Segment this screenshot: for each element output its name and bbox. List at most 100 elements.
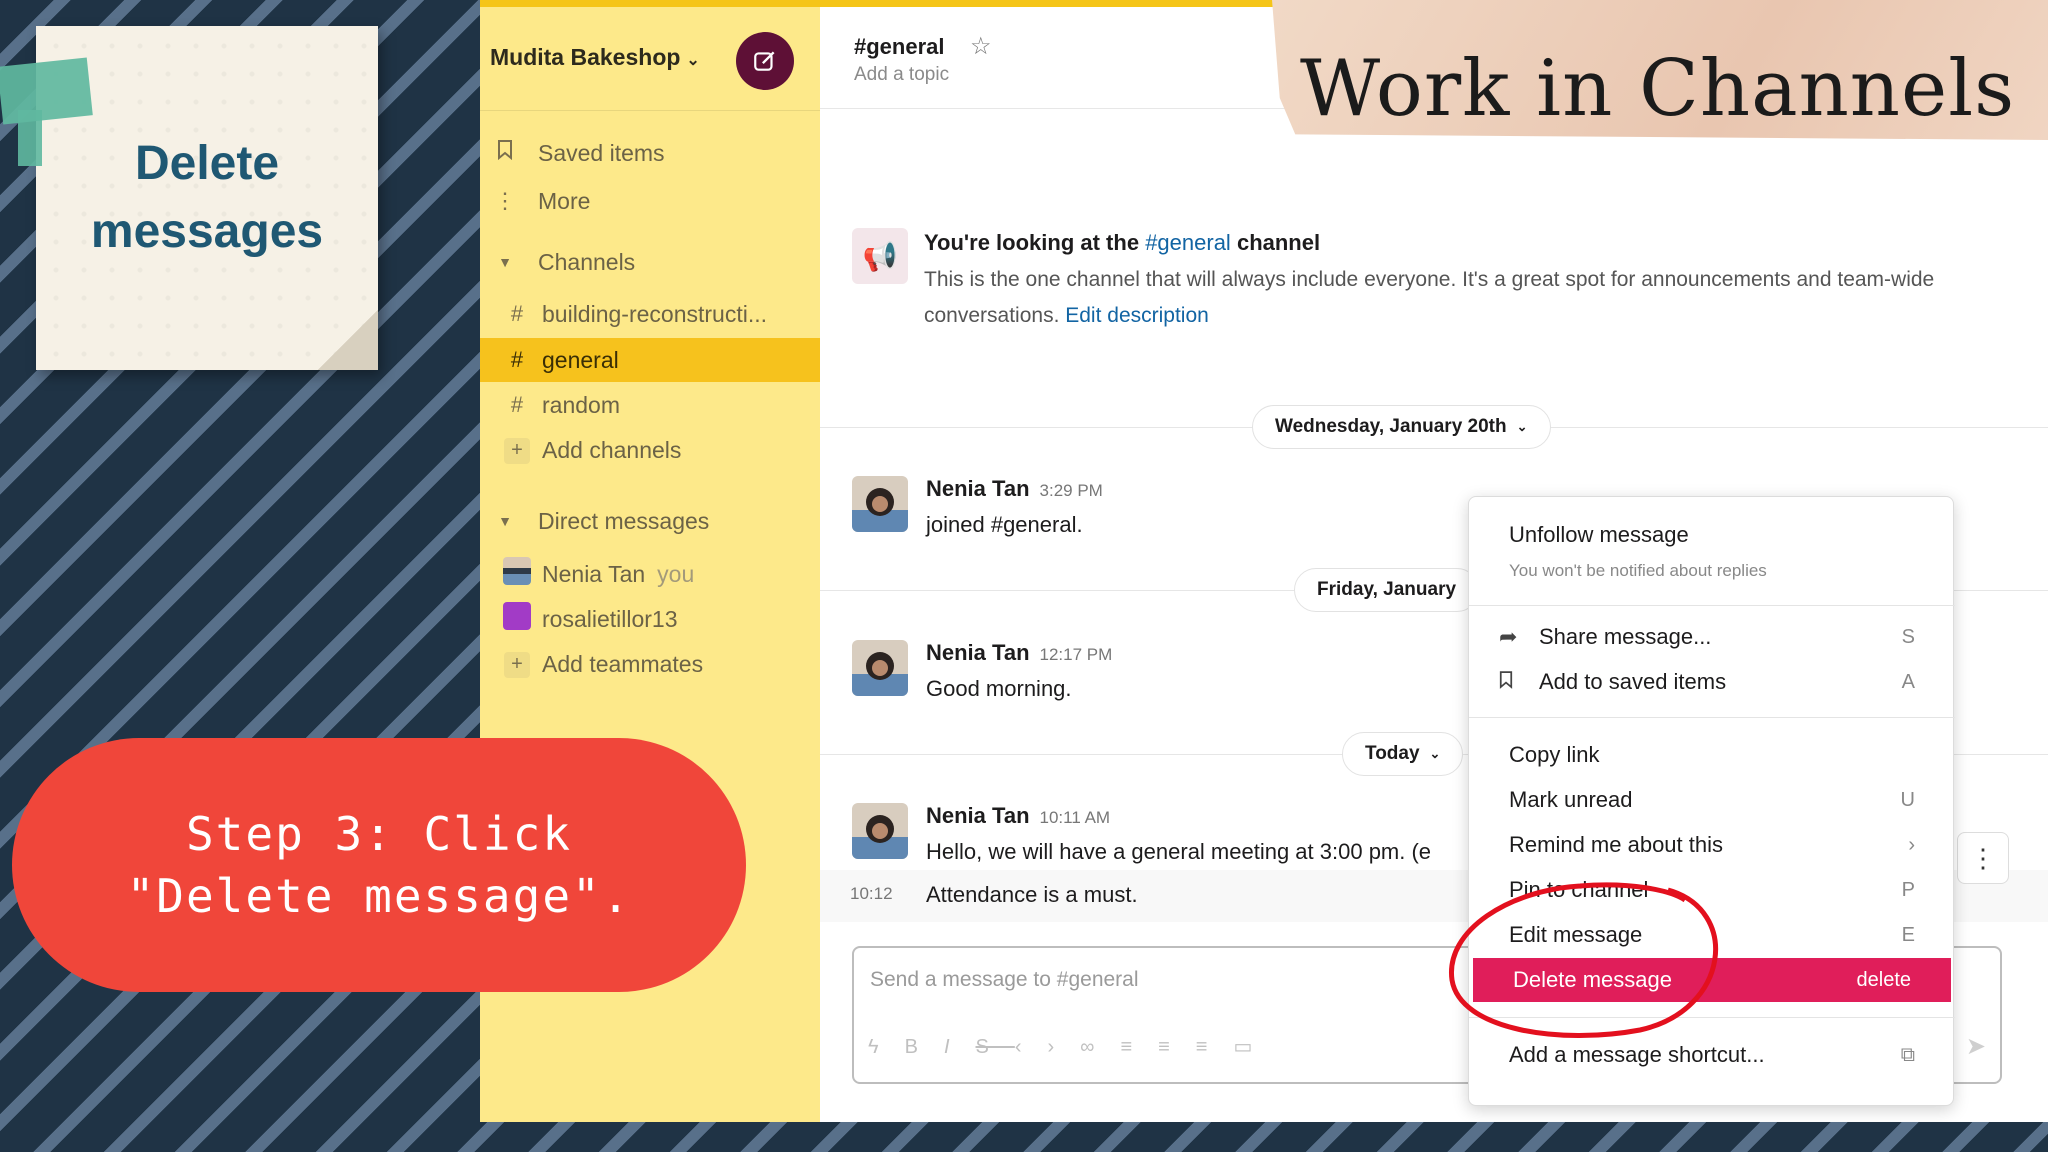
more-vertical-icon: ⋮	[494, 188, 516, 213]
date-pill[interactable]: Wednesday, January 20th ⌄	[1252, 405, 1551, 449]
add-topic-link[interactable]: Add a topic	[854, 64, 949, 86]
add-channels-button[interactable]: + Add channels	[480, 428, 820, 472]
menu-item-save[interactable]: Add to saved items A	[1469, 660, 1955, 704]
shortcut-key: P	[1901, 878, 1915, 901]
code-block-icon[interactable]: ▭	[1233, 1036, 1278, 1058]
avatar[interactable]	[852, 640, 908, 696]
share-icon: ➦	[1499, 624, 1518, 649]
strikethrough-icon[interactable]: S	[976, 1036, 1015, 1058]
section-label: Channels	[538, 248, 636, 275]
italic-icon[interactable]: I	[944, 1036, 976, 1058]
menu-item-unfollow[interactable]: Unfollow message	[1469, 513, 1955, 557]
date-label: Wednesday, January 20th	[1275, 416, 1507, 437]
edit-description-link[interactable]: Edit description	[1065, 304, 1209, 327]
composer-placeholder: Send a message to #general	[870, 968, 1139, 991]
link-icon[interactable]: ∞	[1080, 1036, 1120, 1058]
sticky-note: Delete messages	[0, 0, 400, 390]
dm-label: Nenia Tan	[542, 560, 646, 587]
bold-icon[interactable]: B	[905, 1036, 944, 1058]
menu-item-remind[interactable]: Remind me about this ›	[1469, 823, 1955, 867]
send-icon[interactable]: ➤	[1966, 1032, 1986, 1061]
caret-down-icon: ▼	[498, 513, 512, 529]
menu-item-mark-unread[interactable]: Mark unread U	[1469, 778, 1955, 822]
step-instruction: Step 3: Click "Delete message".	[12, 738, 746, 992]
star-icon[interactable]: ☆	[970, 32, 992, 61]
message-time[interactable]: 10:11 AM	[1040, 808, 1111, 827]
quote-icon[interactable]: ≡	[1196, 1036, 1234, 1058]
intro-prefix: You're looking at the	[924, 230, 1140, 255]
compose-button[interactable]	[736, 32, 794, 90]
message-time[interactable]: 12:17 PM	[1040, 645, 1113, 664]
menu-item-shortcut[interactable]: Add a message shortcut... ⧉	[1469, 1033, 1955, 1077]
message-author: Nenia Tan 10:11 AM	[926, 803, 1110, 829]
plus-icon-wrap: +	[500, 436, 534, 464]
channel-label: random	[542, 391, 620, 418]
message-author: Nenia Tan 3:29 PM	[926, 476, 1103, 502]
menu-item-label: Edit message	[1509, 922, 1643, 947]
channel-title[interactable]: #general	[854, 34, 945, 60]
more-actions-button[interactable]: ⋮	[1957, 832, 2009, 884]
sidebar-item-dm[interactable]: rosalietillor13	[480, 597, 820, 641]
menu-item-copy-link[interactable]: Copy link	[1469, 733, 1955, 777]
menu-item-label: Pin to channel	[1509, 877, 1649, 902]
sidebar-item-channel[interactable]: # random	[480, 383, 820, 427]
menu-item-label: Add to saved items	[1539, 669, 1727, 694]
chevron-down-icon: ⌄	[1516, 419, 1528, 434]
date-pill[interactable]: Friday, January	[1294, 568, 1480, 612]
chevron-right-icon: ›	[1908, 833, 1915, 856]
note-title-line1: Delete	[134, 137, 280, 190]
menu-item-edit[interactable]: Edit message E	[1469, 913, 1955, 957]
menu-item-subtext: You won't be notified about replies	[1509, 561, 1767, 580]
channel-intro-description: This is the one channel that will always…	[924, 262, 1984, 334]
author-name[interactable]: Nenia Tan	[926, 640, 1030, 665]
workspace-switcher[interactable]: Mudita Bakeshop ⌄	[490, 44, 700, 71]
workspace-name: Mudita Bakeshop	[490, 44, 681, 70]
shortcut-key: S	[1901, 625, 1915, 648]
section-label: Direct messages	[538, 507, 710, 534]
menu-item-label: Add a message shortcut...	[1509, 1042, 1765, 1067]
lightning-icon[interactable]: ϟ	[868, 1036, 905, 1058]
avatar[interactable]	[852, 476, 908, 532]
tape-decoration	[0, 57, 93, 125]
sidebar-item-label: More	[538, 187, 591, 214]
plus-icon: +	[504, 437, 530, 464]
message-author: Nenia Tan 12:17 PM	[926, 640, 1112, 666]
menu-item-label: Delete message	[1513, 967, 1672, 992]
author-name[interactable]: Nenia Tan	[926, 803, 1030, 828]
shortcut-key: E	[1901, 923, 1915, 946]
code-icon[interactable]: ‹›	[1015, 1036, 1080, 1058]
avatar[interactable]	[852, 803, 908, 859]
bullet-list-icon[interactable]: ≡	[1158, 1036, 1196, 1058]
dm-section-header[interactable]: ▼ Direct messages	[480, 499, 820, 543]
intro-channel-link[interactable]: #general	[1145, 230, 1231, 255]
sidebar-item-label: Saved items	[538, 139, 665, 166]
sidebar-item-channel-active[interactable]: # general	[480, 338, 820, 382]
message-time[interactable]: 10:12	[850, 884, 893, 904]
menu-item-pin[interactable]: Pin to channel P	[1469, 868, 1955, 912]
message-time[interactable]: 3:29 PM	[1040, 481, 1103, 500]
author-name[interactable]: Nenia Tan	[926, 476, 1030, 501]
menu-separator	[1469, 717, 1955, 718]
channels-section-header[interactable]: ▼ Channels	[480, 240, 820, 284]
message-text: joined #general.	[926, 512, 1083, 537]
add-channels-label: Add channels	[542, 436, 682, 463]
ordered-list-icon[interactable]: ≡	[1120, 1036, 1158, 1058]
menu-item-share[interactable]: ➦ Share message... S	[1469, 615, 1955, 659]
menu-item-delete[interactable]: Delete message delete	[1473, 958, 1951, 1002]
sidebar-item-dm[interactable]: Nenia Tan you	[480, 552, 820, 596]
plus-icon-wrap: +	[500, 650, 534, 678]
sidebar-item-channel[interactable]: # building-reconstructi...	[480, 292, 820, 336]
sidebar-item-saved[interactable]: Saved items	[480, 131, 820, 175]
dm-suffix: you	[657, 560, 695, 587]
shortcut-key: delete	[1856, 968, 1912, 991]
menu-item-label: Unfollow message	[1509, 522, 1689, 547]
date-label: Friday, January	[1317, 579, 1457, 600]
banner-title: Work in Channels	[1300, 44, 2016, 134]
date-pill[interactable]: Today ⌄	[1342, 732, 1464, 776]
menu-item-label: Mark unread	[1509, 787, 1633, 812]
sidebar-item-more[interactable]: ⋮ More	[480, 179, 820, 223]
chevron-down-icon: ⌄	[1429, 746, 1441, 761]
plus-icon: +	[504, 651, 530, 678]
hash-icon: #	[510, 347, 524, 372]
add-teammates-button[interactable]: + Add teammates	[480, 642, 820, 686]
